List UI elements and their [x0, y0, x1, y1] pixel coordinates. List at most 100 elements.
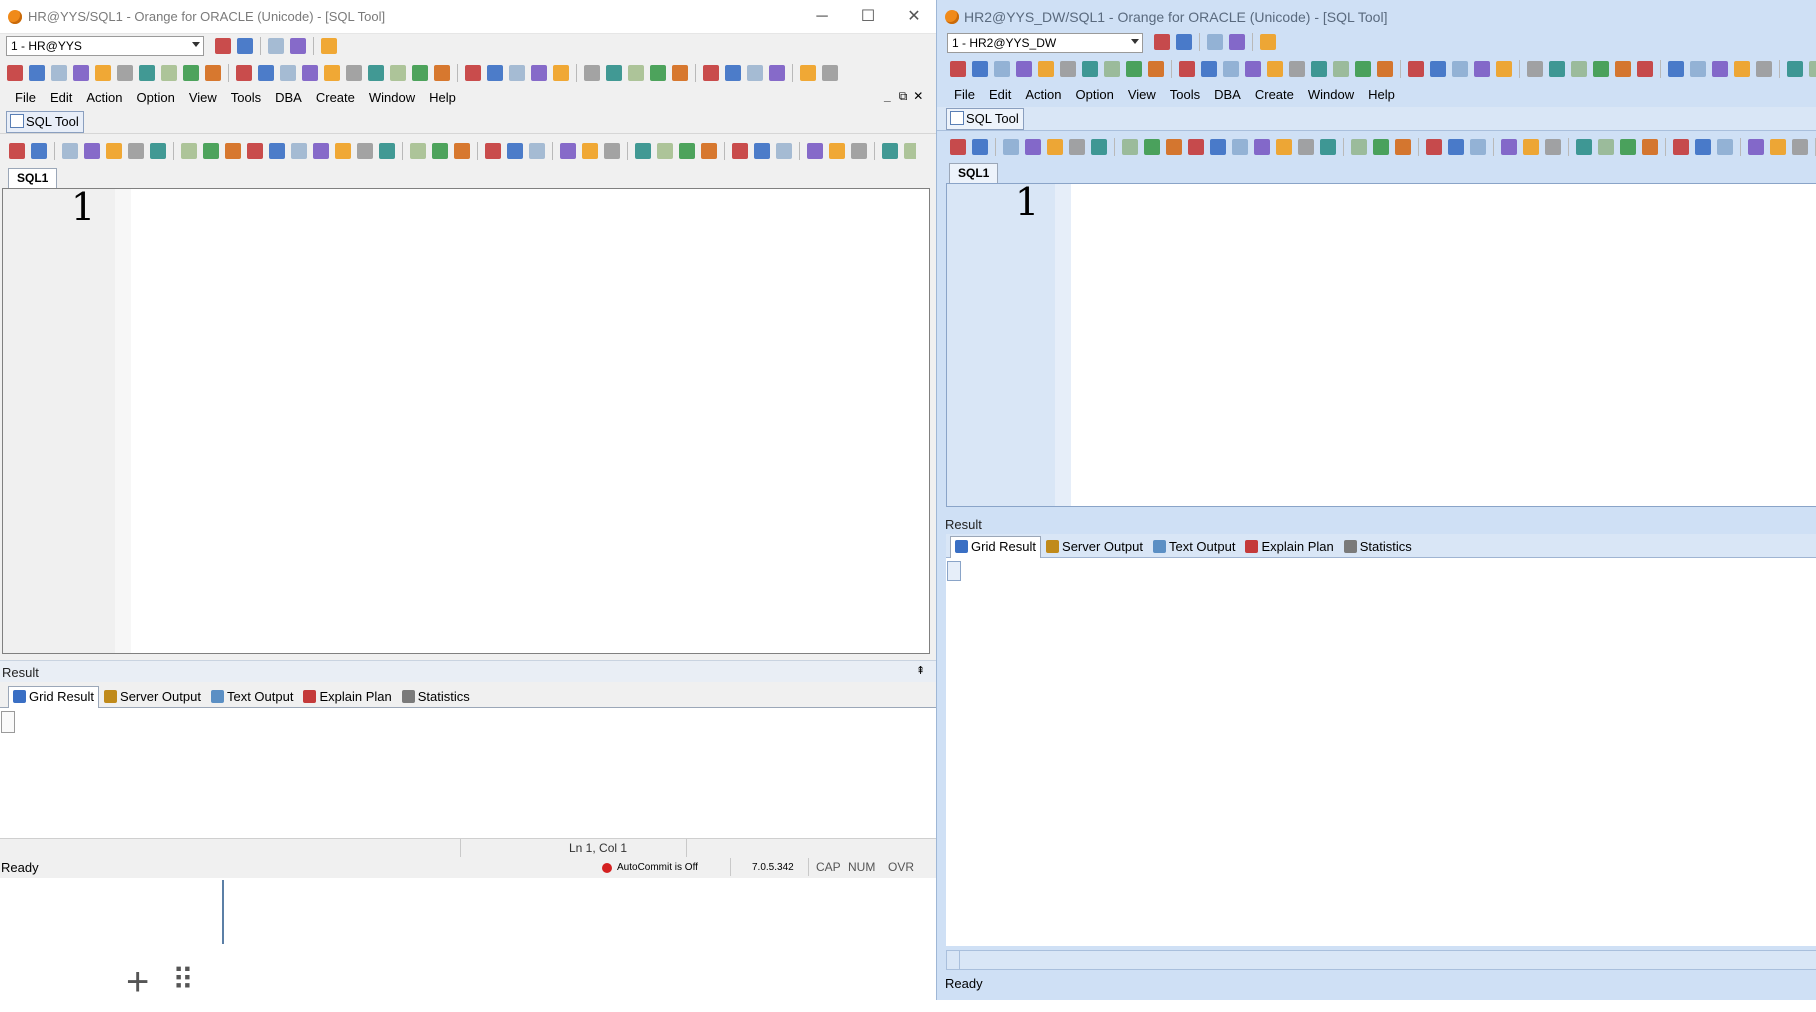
main-toolbar-button-16-icon[interactable]: [346, 65, 362, 81]
main-toolbar-button-5-icon[interactable]: [95, 65, 111, 81]
sql-toolbar-button-13-icon[interactable]: [1232, 139, 1248, 155]
tab-statistics[interactable]: Statistics: [397, 686, 475, 708]
connection-toolbar-button-4-icon[interactable]: [1229, 34, 1245, 50]
main-toolbar-button-22-icon[interactable]: [487, 65, 503, 81]
main-toolbar-button-33-icon[interactable]: [1690, 61, 1706, 77]
main-toolbar-button-32-icon[interactable]: [1668, 61, 1684, 77]
sql-toolbar-button-25-icon[interactable]: [1523, 139, 1539, 155]
menu-item-help[interactable]: Help: [1361, 84, 1402, 106]
menu-item-view[interactable]: View: [182, 87, 224, 109]
menu-item-action[interactable]: Action: [79, 87, 129, 109]
mdi-minimize-button[interactable]: _: [884, 89, 891, 103]
sql-toolbar-button-27-icon[interactable]: [1576, 139, 1592, 155]
main-toolbar-button-29-icon[interactable]: [650, 65, 666, 81]
main-toolbar-button-32-icon[interactable]: [725, 65, 741, 81]
tab-text-output[interactable]: Text Output: [206, 686, 298, 708]
sql-toolbar-button-16-icon[interactable]: [357, 143, 373, 159]
result-grid[interactable]: [0, 708, 936, 838]
sql-toolbar-button-7-icon[interactable]: [150, 143, 166, 159]
connection-toolbar-button-2-icon[interactable]: [1176, 34, 1192, 50]
sql-editor[interactable]: 1: [946, 180, 1816, 507]
main-toolbar-button-34-icon[interactable]: [769, 65, 785, 81]
main-toolbar-button-27-icon[interactable]: [606, 65, 622, 81]
main-toolbar-button-4-icon[interactable]: [73, 65, 89, 81]
mdi-restore-button[interactable]: ⧉: [899, 89, 908, 103]
sql-toolbar-button-26-icon[interactable]: [604, 143, 620, 159]
sql-toolbar-button-21-icon[interactable]: [1426, 139, 1442, 155]
menu-item-file[interactable]: File: [947, 84, 982, 106]
main-toolbar-button-12-icon[interactable]: [1201, 61, 1217, 77]
sql-toolbar-button-6-icon[interactable]: [1069, 139, 1085, 155]
main-toolbar-button-36-icon[interactable]: [822, 65, 838, 81]
mdi-close-button[interactable]: ✕: [913, 89, 923, 103]
sql-toolbar-button-19-icon[interactable]: [1373, 139, 1389, 155]
menu-item-action[interactable]: Action: [1018, 84, 1068, 106]
connection-toolbar-button-3-icon[interactable]: [268, 38, 284, 54]
menu-item-option[interactable]: Option: [1069, 84, 1121, 106]
menu-item-option[interactable]: Option: [130, 87, 182, 109]
sql-toolbar-button-21-icon[interactable]: [485, 143, 501, 159]
sql-toolbar-button-12-icon[interactable]: [269, 143, 285, 159]
main-toolbar-button-9-icon[interactable]: [1126, 61, 1142, 77]
tab-statistics[interactable]: Statistics: [1339, 536, 1417, 558]
tab-sql1[interactable]: SQL1: [8, 168, 58, 188]
sql-toolbar-button-4-icon[interactable]: [1025, 139, 1041, 155]
main-toolbar-button-26-icon[interactable]: [584, 65, 600, 81]
main-toolbar-button-35-icon[interactable]: [1734, 61, 1750, 77]
autocommit-status[interactable]: AutoCommit is Off: [617, 862, 698, 873]
main-toolbar-button-27-icon[interactable]: [1549, 61, 1565, 77]
main-toolbar-button-31-icon[interactable]: [703, 65, 719, 81]
sql-toolbar-button-31-icon[interactable]: [732, 143, 748, 159]
connection-select[interactable]: 1 - HR@YYS: [6, 36, 204, 56]
sql-toolbar-button-28-icon[interactable]: [1598, 139, 1614, 155]
connection-toolbar-button-1-icon[interactable]: [215, 38, 231, 54]
sql-toolbar-button-20-icon[interactable]: [1395, 139, 1411, 155]
sql-toolbar-button-18-icon[interactable]: [410, 143, 426, 159]
main-toolbar-button-3-icon[interactable]: [51, 65, 67, 81]
menu-item-view[interactable]: View: [1121, 84, 1163, 106]
tab-server-output[interactable]: Server Output: [99, 686, 206, 708]
main-toolbar-button-37-icon[interactable]: [1787, 61, 1803, 77]
sql-toolbar-button-8-icon[interactable]: [181, 143, 197, 159]
sql-toolbar-button-14-icon[interactable]: [1254, 139, 1270, 155]
main-toolbar-button-23-icon[interactable]: [509, 65, 525, 81]
result-grid[interactable]: [946, 558, 1816, 946]
sql-toolbar-button-36-icon[interactable]: [851, 143, 867, 159]
menu-item-create[interactable]: Create: [309, 87, 362, 109]
menu-item-window[interactable]: Window: [362, 87, 422, 109]
connection-toolbar-button-3-icon[interactable]: [1207, 34, 1223, 50]
drag-handle-icon[interactable]: ⠿: [172, 966, 194, 996]
sql-toolbar-button-3-icon[interactable]: [1003, 139, 1019, 155]
main-toolbar-button-1-icon[interactable]: [950, 61, 966, 77]
connection-toolbar-button-5-icon[interactable]: [321, 38, 337, 54]
sql-toolbar-button-34-icon[interactable]: [1748, 139, 1764, 155]
sql-toolbar-button-32-icon[interactable]: [754, 143, 770, 159]
main-toolbar-button-18-icon[interactable]: [390, 65, 406, 81]
main-toolbar-button-7-icon[interactable]: [139, 65, 155, 81]
sql-toolbar-button-2-icon[interactable]: [972, 139, 988, 155]
menu-item-tools[interactable]: Tools: [1163, 84, 1207, 106]
main-toolbar-button-31-icon[interactable]: [1637, 61, 1653, 77]
sql-toolbar-button-22-icon[interactable]: [1448, 139, 1464, 155]
main-toolbar-button-4-icon[interactable]: [1016, 61, 1032, 77]
main-toolbar-button-24-icon[interactable]: [1474, 61, 1490, 77]
main-toolbar-button-9-icon[interactable]: [183, 65, 199, 81]
sql-toolbar-button-4-icon[interactable]: [84, 143, 100, 159]
close-button[interactable]: ✕: [900, 6, 928, 28]
sql-toolbar-button-34-icon[interactable]: [807, 143, 823, 159]
main-toolbar-button-26-icon[interactable]: [1527, 61, 1543, 77]
main-toolbar-button-7-icon[interactable]: [1082, 61, 1098, 77]
sql-toolbar-button-8-icon[interactable]: [1122, 139, 1138, 155]
sql-toolbar-button-35-icon[interactable]: [829, 143, 845, 159]
sql-toolbar-button-7-icon[interactable]: [1091, 139, 1107, 155]
main-toolbar-button-28-icon[interactable]: [628, 65, 644, 81]
sql-toolbar-button-16-icon[interactable]: [1298, 139, 1314, 155]
main-toolbar-button-3-icon[interactable]: [994, 61, 1010, 77]
main-toolbar-button-2-icon[interactable]: [29, 65, 45, 81]
main-toolbar-button-35-icon[interactable]: [800, 65, 816, 81]
main-toolbar-button-6-icon[interactable]: [1060, 61, 1076, 77]
main-toolbar-button-25-icon[interactable]: [1496, 61, 1512, 77]
sql-toolbar-button-5-icon[interactable]: [1047, 139, 1063, 155]
main-toolbar-button-8-icon[interactable]: [1104, 61, 1120, 77]
sql-toolbar-button-30-icon[interactable]: [701, 143, 717, 159]
